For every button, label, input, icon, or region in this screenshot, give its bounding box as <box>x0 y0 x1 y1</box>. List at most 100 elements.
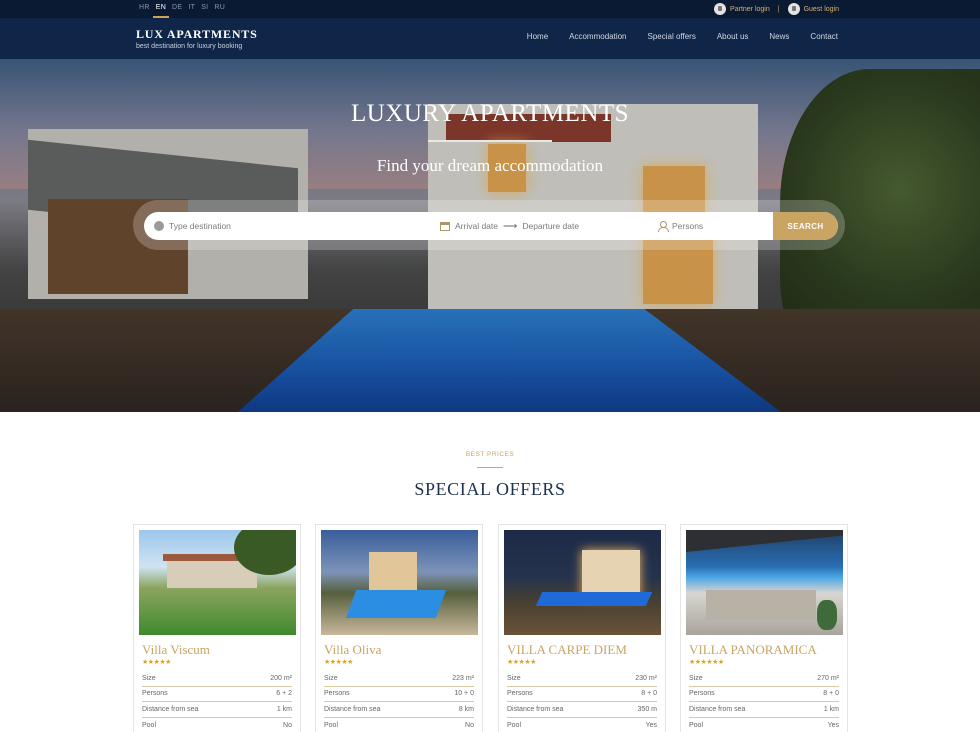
detail-value: 230 m² <box>635 674 657 682</box>
villa-name[interactable]: VILLA PANORAMICA <box>689 642 817 658</box>
detail-value: 8 + 0 <box>823 690 839 698</box>
globe-icon <box>154 221 164 231</box>
detail-value: 350 m <box>637 705 657 713</box>
detail-value: 8 + 0 <box>641 690 657 698</box>
offer-card[interactable]: Villa Oliva ★★★★★ Size 223 m² Persons 10 +… <box>315 524 483 732</box>
nav-home[interactable]: Home <box>527 32 548 41</box>
search-bar: Type destination Arrival date ⟶ Departur… <box>144 212 838 240</box>
detail-row: Size 270 m² <box>689 671 839 687</box>
departure-date-placeholder: Departure date <box>522 221 580 231</box>
detail-row: Size 230 m² <box>507 671 657 687</box>
guest-login-link[interactable]: Guest login <box>787 3 839 15</box>
hero-subtitle: Find your dream accommodation <box>376 156 604 175</box>
hero-divider <box>428 140 552 142</box>
site-header: LUX APARTMENTS best destination for luxu… <box>0 18 980 59</box>
detail-value: 10 + 0 <box>454 690 474 698</box>
villa-details: Size 223 m² Persons 10 + 0 Distance from s… <box>324 671 474 732</box>
offer-card[interactable]: VILLA CARPE DIEM ★★★★★ Size 230 m² Person… <box>498 524 666 732</box>
detail-value: No <box>465 721 474 729</box>
villa-photo[interactable] <box>504 530 661 635</box>
nav-about-us[interactable]: About us <box>717 32 749 41</box>
star-rating: ★★★★★★ <box>689 659 724 666</box>
offer-card[interactable]: VILLA PANORAMICA ★★★★★★ Size 270 m² Perso… <box>680 524 848 732</box>
detail-label: Size <box>689 674 703 682</box>
lang-de[interactable]: DE <box>169 0 185 18</box>
detail-row: Pool Yes <box>507 718 657 732</box>
detail-value: 8 km <box>458 705 474 713</box>
detail-value: No <box>283 721 292 729</box>
detail-label: Persons <box>689 690 715 698</box>
detail-label: Pool <box>507 721 522 729</box>
detail-label: Size <box>507 674 521 682</box>
villa-name[interactable]: VILLA CARPE DIEM <box>507 642 627 658</box>
guest-login-label: Guest login <box>803 5 839 13</box>
lang-en[interactable]: EN <box>152 0 170 18</box>
villa-name[interactable]: Villa Oliva <box>324 642 381 658</box>
detail-label: Persons <box>142 690 168 698</box>
detail-row: Distance from sea 350 m <box>507 702 657 718</box>
nav-contact[interactable]: Contact <box>810 32 838 41</box>
top-bar: HR EN DE IT SI RU Partner login | Guest … <box>0 0 980 18</box>
person-icon <box>658 221 669 232</box>
persons-placeholder: Persons <box>672 221 704 231</box>
search-button[interactable]: SEARCH <box>773 212 838 240</box>
detail-label: Persons <box>324 690 350 698</box>
calendar-icon <box>440 221 450 231</box>
detail-label: Pool <box>689 721 704 729</box>
detail-row: Pool Yes <box>689 718 839 732</box>
document-icon <box>714 3 727 15</box>
detail-row: Size 223 m² <box>324 671 474 687</box>
arrow-right-icon: ⟶ <box>503 220 518 232</box>
villa-name[interactable]: Villa Viscum <box>142 642 210 658</box>
detail-value: 1 km <box>823 705 839 713</box>
villa-photo[interactable] <box>686 530 843 635</box>
destination-field[interactable]: Type destination <box>144 212 434 240</box>
login-links: Partner login | Guest login <box>714 0 839 18</box>
detail-label: Distance from sea <box>507 705 564 713</box>
detail-row: Persons 8 + 0 <box>507 687 657 702</box>
star-rating: ★★★★★ <box>142 659 171 666</box>
detail-value: 200 m² <box>270 674 292 682</box>
detail-label: Pool <box>142 721 157 729</box>
brand-name: LUX APARTMENTS <box>136 27 258 41</box>
section-kicker: BEST PRICES <box>465 451 515 458</box>
detail-row: Distance from sea 1 km <box>142 702 292 718</box>
nav-special-offers[interactable]: Special offers <box>648 32 696 41</box>
detail-value: 223 m² <box>452 674 474 682</box>
persons-field[interactable]: Persons <box>652 212 762 240</box>
villa-details: Size 270 m² Persons 8 + 0 Distance from se… <box>689 671 839 732</box>
nav-accommodation[interactable]: Accommodation <box>569 32 626 41</box>
villa-details: Size 200 m² Persons 6 + 2 Distance from se… <box>142 671 292 732</box>
lang-si[interactable]: SI <box>198 0 211 18</box>
lang-it[interactable]: IT <box>185 0 198 18</box>
villa-photo[interactable] <box>321 530 478 635</box>
section-title: SPECIAL OFFERS <box>414 479 566 499</box>
date-range-field[interactable]: Arrival date ⟶ Departure date <box>434 212 652 240</box>
user-icon <box>787 3 800 15</box>
detail-row: Persons 8 + 0 <box>689 687 839 702</box>
offer-card[interactable]: Villa Viscum ★★★★★ Size 200 m² Persons 6 +… <box>133 524 301 732</box>
brand-tagline: best destination for luxury booking <box>136 43 243 50</box>
detail-row: Pool No <box>142 718 292 732</box>
site-logo[interactable]: LUX APARTMENTS best destination for luxu… <box>136 27 258 50</box>
detail-value: 270 m² <box>817 674 839 682</box>
partner-login-link[interactable]: Partner login <box>714 3 770 15</box>
detail-value: Yes <box>645 721 657 729</box>
lang-ru[interactable]: RU <box>211 0 228 18</box>
language-switcher: HR EN DE IT SI RU <box>136 0 228 18</box>
detail-label: Distance from sea <box>142 705 199 713</box>
villa-photo[interactable] <box>139 530 296 635</box>
detail-label: Persons <box>507 690 533 698</box>
nav-news[interactable]: News <box>769 32 789 41</box>
detail-row: Distance from sea 8 km <box>324 702 474 718</box>
star-rating: ★★★★★ <box>324 659 353 666</box>
detail-value: 1 km <box>276 705 292 713</box>
arrival-date-placeholder: Arrival date <box>455 221 498 231</box>
detail-row: Distance from sea 1 km <box>689 702 839 718</box>
detail-row: Size 200 m² <box>142 671 292 687</box>
partner-login-label: Partner login <box>730 5 770 13</box>
detail-label: Size <box>142 674 156 682</box>
detail-row: Persons 10 + 0 <box>324 687 474 702</box>
villa-details: Size 230 m² Persons 8 + 0 Distance from se… <box>507 671 657 732</box>
lang-hr[interactable]: HR <box>136 0 153 18</box>
